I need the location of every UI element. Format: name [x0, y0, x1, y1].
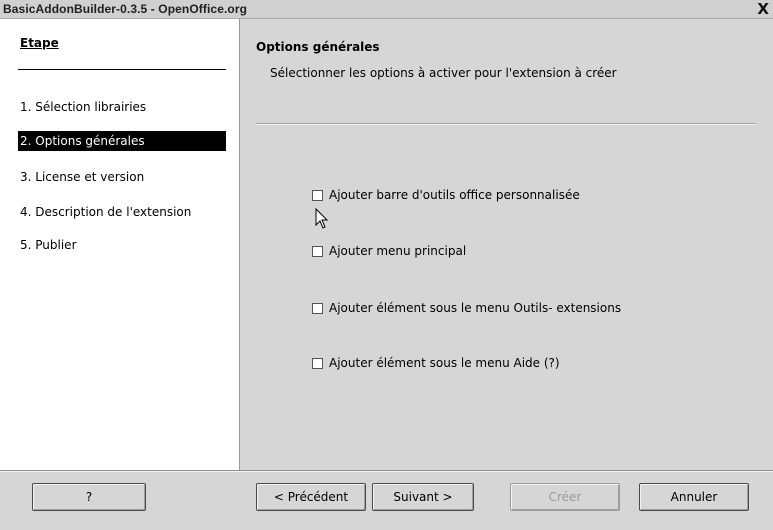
step-item-selection-librairies[interactable]: 1. Sélection librairies	[18, 97, 226, 117]
checkbox-help-menu[interactable]	[312, 357, 323, 369]
cancel-button[interactable]: Annuler	[639, 483, 749, 511]
checkbox-toolbar[interactable]	[312, 189, 323, 201]
option-toolbar[interactable]: Ajouter barre d'outils office personnali…	[312, 187, 580, 203]
steps-sidebar: Etape 1. Sélection librairies 2. Options…	[0, 19, 240, 470]
page-title: Options générales	[256, 40, 380, 54]
step-item-description-extension[interactable]: 4. Description de l'extension	[18, 202, 226, 222]
checkbox-main-menu[interactable]	[312, 245, 323, 257]
option-toolbar-label[interactable]: Ajouter barre d'outils office personnali…	[329, 188, 580, 202]
step-item-license-version[interactable]: 3. License et version	[18, 167, 226, 187]
close-icon[interactable]: X	[757, 0, 769, 18]
page-subtitle: Sélectionner les options à activer pour …	[270, 66, 617, 80]
heading-divider	[18, 69, 226, 70]
option-help-menu-label[interactable]: Ajouter élément sous le menu Aide (?)	[329, 356, 560, 370]
step-item-publier[interactable]: 5. Publier	[18, 235, 226, 255]
help-button[interactable]: ?	[32, 483, 146, 511]
option-help-menu[interactable]: Ajouter élément sous le menu Aide (?)	[312, 355, 560, 371]
next-button[interactable]: Suivant >	[372, 483, 474, 511]
option-main-menu-label[interactable]: Ajouter menu principal	[329, 244, 466, 258]
option-tools-extensions-label[interactable]: Ajouter élément sous le menu Outils- ext…	[329, 301, 621, 315]
option-main-menu[interactable]: Ajouter menu principal	[312, 243, 466, 259]
create-button[interactable]: Créer	[510, 483, 620, 511]
option-tools-extensions[interactable]: Ajouter élément sous le menu Outils- ext…	[312, 300, 621, 316]
checkbox-tools-extensions[interactable]	[312, 302, 323, 314]
footer-divider	[0, 470, 773, 472]
header-divider	[256, 123, 756, 125]
step-item-options-generales[interactable]: 2. Options générales	[18, 131, 226, 151]
window-titlebar: BasicAddonBuilder-0.3.5 - OpenOffice.org…	[0, 0, 773, 19]
previous-button[interactable]: < Précédent	[256, 483, 366, 511]
steps-heading: Etape	[20, 36, 59, 50]
mouse-pointer-icon	[315, 208, 329, 229]
window-title: BasicAddonBuilder-0.3.5 - OpenOffice.org	[3, 2, 248, 16]
